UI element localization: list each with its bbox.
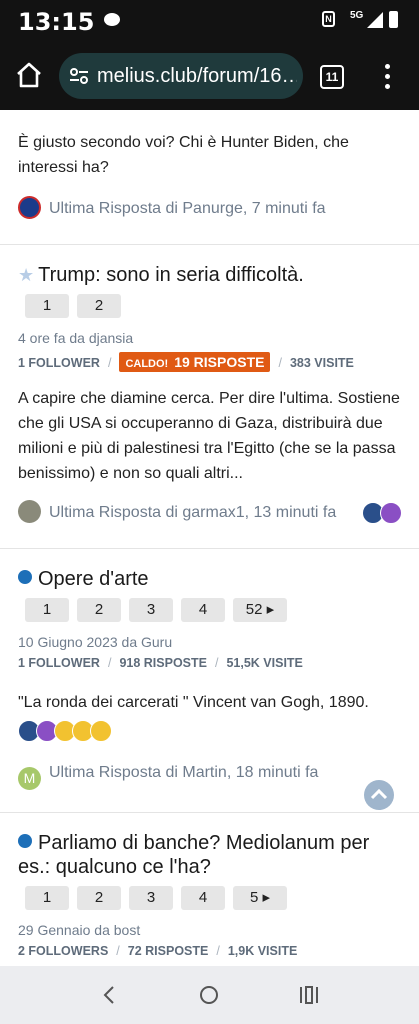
- page-button[interactable]: 2: [77, 598, 121, 622]
- status-bar: 13:15 N 5G: [0, 0, 419, 42]
- user-avatar: [18, 196, 41, 219]
- page-button[interactable]: 1: [25, 294, 69, 318]
- scroll-to-top-button[interactable]: [364, 780, 394, 810]
- home-icon[interactable]: [14, 60, 44, 90]
- thread-stats: 1 FOLLOWER / CALDO! 19 RISPOSTE/383 VISITE: [18, 352, 354, 372]
- thread-excerpt: A capire che diamine cerca. Per dire l'u…: [18, 390, 400, 482]
- url-text: melius.club/forum/16…: [97, 65, 297, 87]
- views-count: 1,9K VISITE: [227, 944, 298, 958]
- battery-icon: [389, 11, 398, 28]
- last-reply-text: Ultima Risposta di garmax1, 13 minuti fa: [49, 504, 337, 521]
- thread-excerpt: "La ronda dei carcerati " Vincent van Go…: [18, 694, 369, 711]
- nfc-icon: N: [322, 11, 335, 27]
- star-icon[interactable]: ★: [18, 265, 34, 285]
- unread-dot-icon: [18, 834, 32, 848]
- page-button[interactable]: 4: [181, 598, 225, 622]
- hot-label: CALDO!: [125, 358, 169, 370]
- page-button[interactable]: 1: [25, 598, 69, 622]
- thread-title-text: Opere d'arte: [38, 568, 149, 590]
- recents-icon[interactable]: [298, 985, 320, 1005]
- thread-date: 10 Giugno 2023 da Guru: [18, 634, 173, 650]
- page-button[interactable]: 3: [129, 598, 173, 622]
- replies-count: 19 RISPOSTE: [174, 354, 265, 370]
- followers-count: 1 FOLLOWER: [18, 656, 100, 670]
- last-reply[interactable]: Ultima Risposta di Panurge, 7 minuti fa: [18, 196, 326, 219]
- followers-count: 2 FOLLOWERS: [18, 944, 109, 958]
- site-settings-icon[interactable]: [69, 66, 89, 86]
- back-icon[interactable]: [100, 984, 120, 1006]
- page-button-last[interactable]: 5 ▸: [233, 886, 287, 910]
- home-circle-icon[interactable]: [198, 984, 220, 1006]
- thread-excerpt: È giusto secondo voi? Chi è Hunter Biden…: [18, 134, 349, 176]
- pagination: 1 2 3 4 5 ▸: [25, 886, 287, 910]
- views-count: 51,5K VISITE: [226, 656, 303, 670]
- last-reply-text: Ultima Risposta di Panurge, 7 minuti fa: [49, 200, 326, 217]
- last-reply-text: Ultima Risposta di Martin, 18 minuti fa: [49, 764, 319, 781]
- thread-title-text: Parliamo di banche? Mediolanum per: [38, 832, 370, 854]
- pagination: 1 2 3 4 52 ▸: [25, 598, 287, 622]
- thread-date: 29 Gennaio da bost: [18, 922, 141, 938]
- overflow-menu-icon[interactable]: [385, 64, 391, 90]
- unread-dot-icon: [18, 570, 32, 584]
- thread-title[interactable]: Parliamo di banche? Mediolanum per: [18, 832, 369, 855]
- thread-stats: 2 FOLLOWERS/72 RISPOSTE/1,9K VISITE: [18, 944, 298, 958]
- chat-notification-icon: [104, 13, 120, 26]
- page-button[interactable]: 3: [129, 886, 173, 910]
- status-time: 13:15: [18, 8, 95, 36]
- page-button[interactable]: 2: [77, 294, 121, 318]
- followers-count: 1 FOLLOWER: [18, 356, 100, 370]
- pagination: 1 2: [25, 294, 121, 318]
- page-button-last[interactable]: 52 ▸: [233, 598, 287, 622]
- system-nav-bar: [0, 966, 419, 1024]
- thread-item[interactable]: È giusto secondo voi? Chi è Hunter Biden…: [0, 110, 419, 245]
- user-avatar: [18, 500, 41, 523]
- thread-stats: 1 FOLLOWER/918 RISPOSTE/51,5K VISITE: [18, 656, 303, 670]
- last-reply[interactable]: Ultima Risposta di garmax1, 13 minuti fa: [18, 500, 336, 523]
- tab-switcher-button[interactable]: 11: [320, 65, 344, 89]
- thread-item[interactable]: Opere d'arte 1 2 3 4 52 ▸ 10 Giugno 2023…: [0, 548, 419, 813]
- hot-badge: CALDO! 19 RISPOSTE: [119, 352, 271, 372]
- thread-item[interactable]: ★ Trump: sono in seria difficoltà. 1 2 4 …: [0, 244, 419, 549]
- reaction-icons: [18, 720, 112, 742]
- thread-title[interactable]: ★ Trump: sono in seria difficoltà.: [18, 264, 304, 287]
- browser-toolbar: melius.club/forum/16… 11: [0, 42, 419, 110]
- emoji-icon: [90, 720, 112, 742]
- forum-thread-list: È giusto secondo voi? Chi è Hunter Biden…: [0, 110, 419, 966]
- replies-count: 72 RISPOSTE: [127, 944, 209, 958]
- thread-title[interactable]: Opere d'arte: [18, 568, 149, 591]
- views-count: 383 VISITE: [289, 356, 354, 370]
- user-avatar: M: [18, 767, 41, 790]
- reaction-icons: [362, 502, 402, 524]
- signal-icon: [367, 12, 383, 28]
- trophy-icon: [380, 502, 402, 524]
- thread-date: 4 ore fa da djansia: [18, 330, 134, 346]
- network-type: 5G: [350, 10, 364, 21]
- page-button[interactable]: 4: [181, 886, 225, 910]
- thread-title-line-2[interactable]: es.: qualcuno ce l'ha?: [18, 856, 211, 879]
- thread-title-text: Trump: sono in seria difficoltà.: [38, 264, 304, 286]
- page-button[interactable]: 1: [25, 886, 69, 910]
- replies-count: 918 RISPOSTE: [119, 656, 207, 670]
- thread-item[interactable]: Parliamo di banche? Mediolanum per es.: …: [0, 812, 419, 966]
- last-reply[interactable]: M Ultima Risposta di Martin, 18 minuti fa: [18, 764, 318, 790]
- address-bar[interactable]: melius.club/forum/16…: [59, 53, 303, 99]
- page-button[interactable]: 2: [77, 886, 121, 910]
